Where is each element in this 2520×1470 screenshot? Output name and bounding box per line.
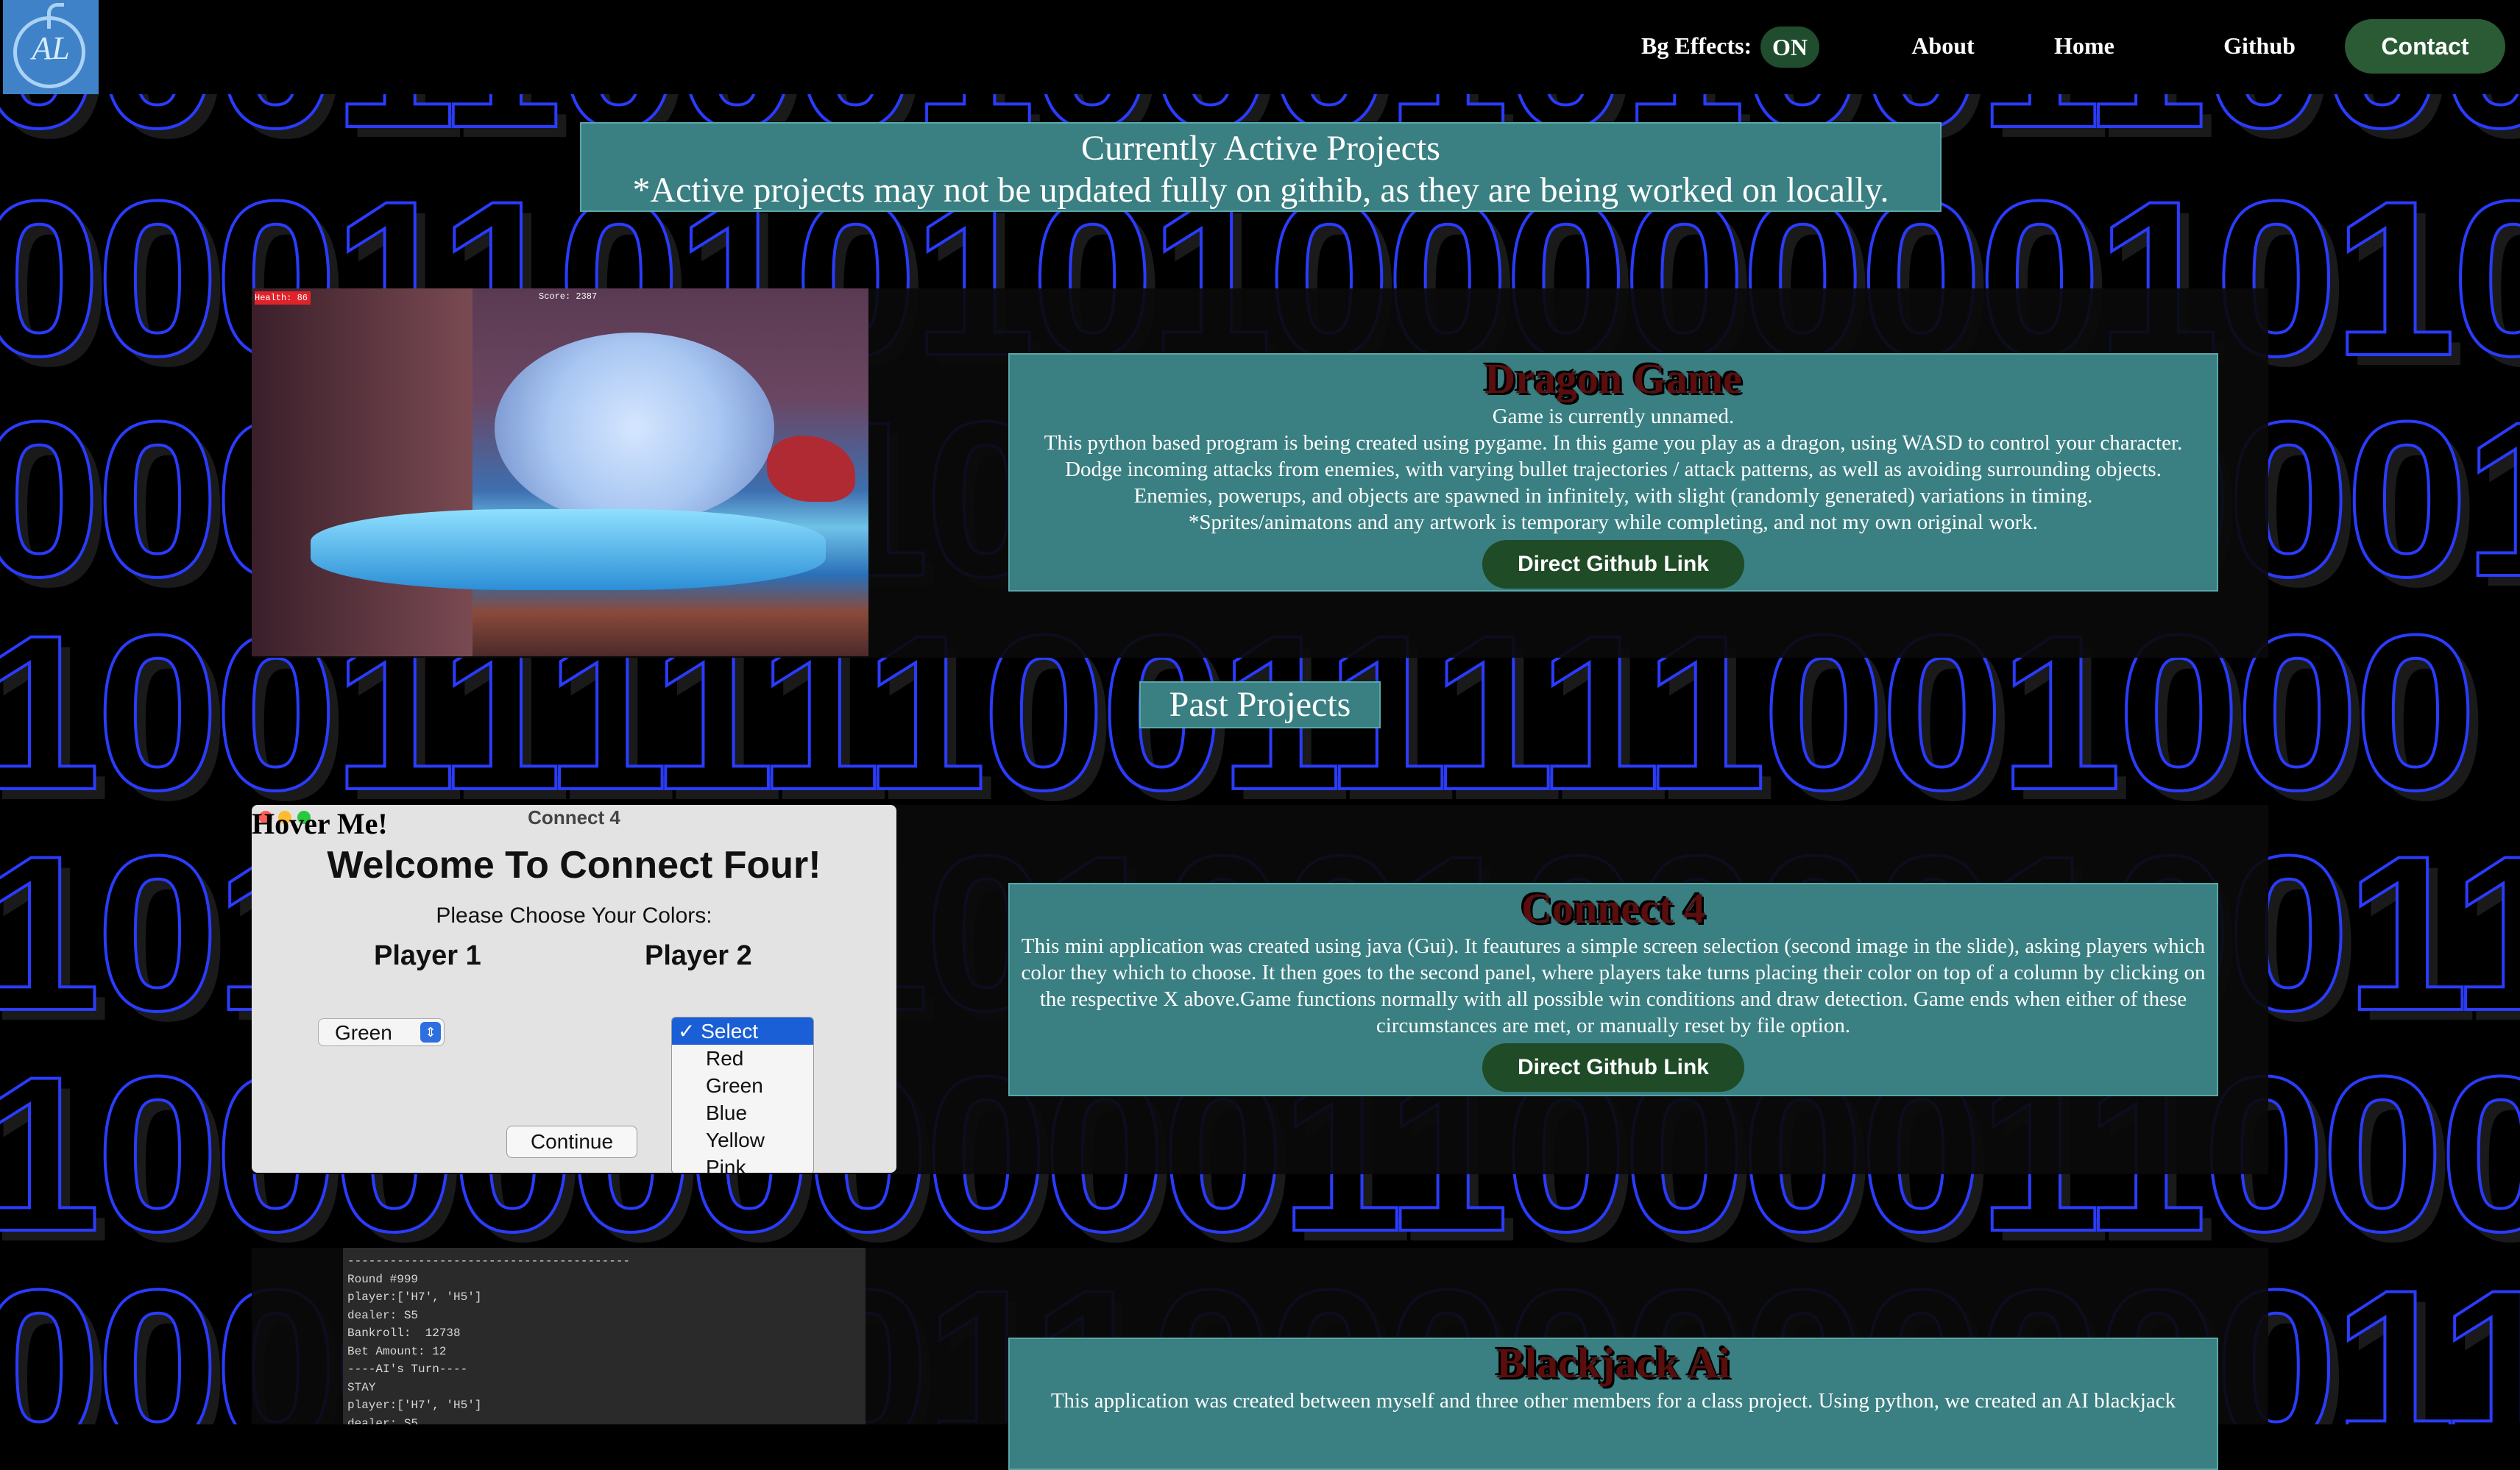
project-description-line: This python based program is being creat… <box>1044 431 2183 455</box>
contact-button[interactable]: Contact <box>2345 19 2505 74</box>
dropdown-option[interactable]: Red <box>672 1045 813 1072</box>
dropdown-option[interactable]: ✓ Select <box>672 1018 813 1045</box>
terminal-line: player:['H7', 'H5'] <box>347 1399 482 1412</box>
player2-color-dropdown[interactable]: ✓ Select Red Green Blue Yellow Pink <box>671 1017 814 1173</box>
project-title: Blackjack Ai <box>1496 1339 1730 1387</box>
dropdown-option[interactable]: Pink <box>672 1154 813 1173</box>
player2-label: Player 2 <box>645 940 752 971</box>
score-readout: Score: 2387 <box>539 291 598 302</box>
connect4-card: Connect 4 This mini application was crea… <box>1008 883 2218 1096</box>
bg-effects-label: Bg Effects: <box>1641 32 1752 59</box>
cave-wall <box>252 288 473 656</box>
continue-button[interactable]: Continue <box>506 1126 637 1158</box>
terminal-line: ----AI's Turn---- <box>347 1363 468 1376</box>
terminal-line: ---------------------------------------- <box>347 1254 631 1268</box>
terminal-line: dealer: S5 <box>347 1416 419 1425</box>
github-link-button[interactable]: Direct Github Link <box>1482 1043 1744 1092</box>
blackjack-terminal-screenshot[interactable]: ----------------------------------------… <box>343 1248 866 1424</box>
dragon-game-screenshot[interactable]: Health: 86 Score: 2387 <box>252 288 868 656</box>
welcome-heading: Welcome To Connect Four! <box>327 844 821 887</box>
player1-label: Player 1 <box>374 940 481 971</box>
project-title: Connect 4 <box>1521 884 1705 932</box>
top-nav-bar: AL Bg Effects: ON About Home Github Cont… <box>0 0 2520 94</box>
dropdown-option[interactable]: Yellow <box>672 1126 813 1154</box>
dragon-sprite <box>767 436 855 502</box>
terminal-line: Round #999 <box>347 1272 419 1286</box>
project-description-line: Dodge incoming attacks from enemies, wit… <box>1065 458 2162 481</box>
choose-colors-label: Please Choose Your Colors: <box>436 903 712 928</box>
active-projects-note: *Active projects may not be updated full… <box>632 171 1889 210</box>
project-title: Dragon Game <box>1484 355 1742 402</box>
past-projects-banner: Past Projects <box>1139 681 1381 728</box>
dropdown-option[interactable]: Blue <box>672 1099 813 1126</box>
site-logo[interactable]: AL <box>3 0 99 94</box>
dropdown-option[interactable]: Green <box>672 1072 813 1099</box>
water-pool <box>311 509 826 590</box>
logo-text: AL <box>32 30 70 66</box>
terminal-line: player:['H7', 'H5'] <box>347 1290 482 1304</box>
nav-about-link[interactable]: About <box>1884 19 2002 72</box>
hover-me-label[interactable]: Hover Me! <box>252 806 388 841</box>
chevron-updown-icon: ⇕ <box>420 1022 441 1043</box>
terminal-line: Bet Amount: 12 <box>347 1344 447 1358</box>
project-description-line: *Sprites/animatons and any artwork is te… <box>1188 511 2039 534</box>
bg-effects-toggle[interactable]: ON <box>1760 26 1819 68</box>
blackjack-card: Blackjack Ai This application was create… <box>1008 1338 2218 1470</box>
terminal-line: dealer: S5 <box>347 1308 419 1322</box>
nav-home-link[interactable]: Home <box>2025 19 2143 72</box>
health-bar: Health: 86 <box>255 291 311 305</box>
active-projects-title: Currently Active Projects <box>1081 129 1440 168</box>
github-link-button[interactable]: Direct Github Link <box>1482 540 1744 589</box>
cave-opening <box>495 333 774 524</box>
active-projects-banner: Currently Active Projects *Active projec… <box>580 122 1942 212</box>
project-description: This mini application was created using … <box>1021 934 2206 1037</box>
terminal-line: STAY <box>347 1380 376 1394</box>
terminal-line: Bankroll: 12738 <box>347 1327 461 1340</box>
project-description-line: Enemies, powerups, and objects are spawn… <box>1133 484 2093 508</box>
nav-github-link[interactable]: Github <box>2201 19 2318 72</box>
connect4-screenshot[interactable]: Connect 4 Hover Me! Welcome To Connect F… <box>252 805 896 1173</box>
project-description: This application was created between mys… <box>1050 1389 2176 1413</box>
dragon-game-card: Dragon Game Game is currently unnamed. T… <box>1008 353 2218 592</box>
project-description-line: Game is currently unnamed. <box>1492 405 1735 428</box>
player1-color-select[interactable]: Green ⇕ <box>318 1018 445 1046</box>
player1-color-value: Green <box>335 1021 392 1044</box>
